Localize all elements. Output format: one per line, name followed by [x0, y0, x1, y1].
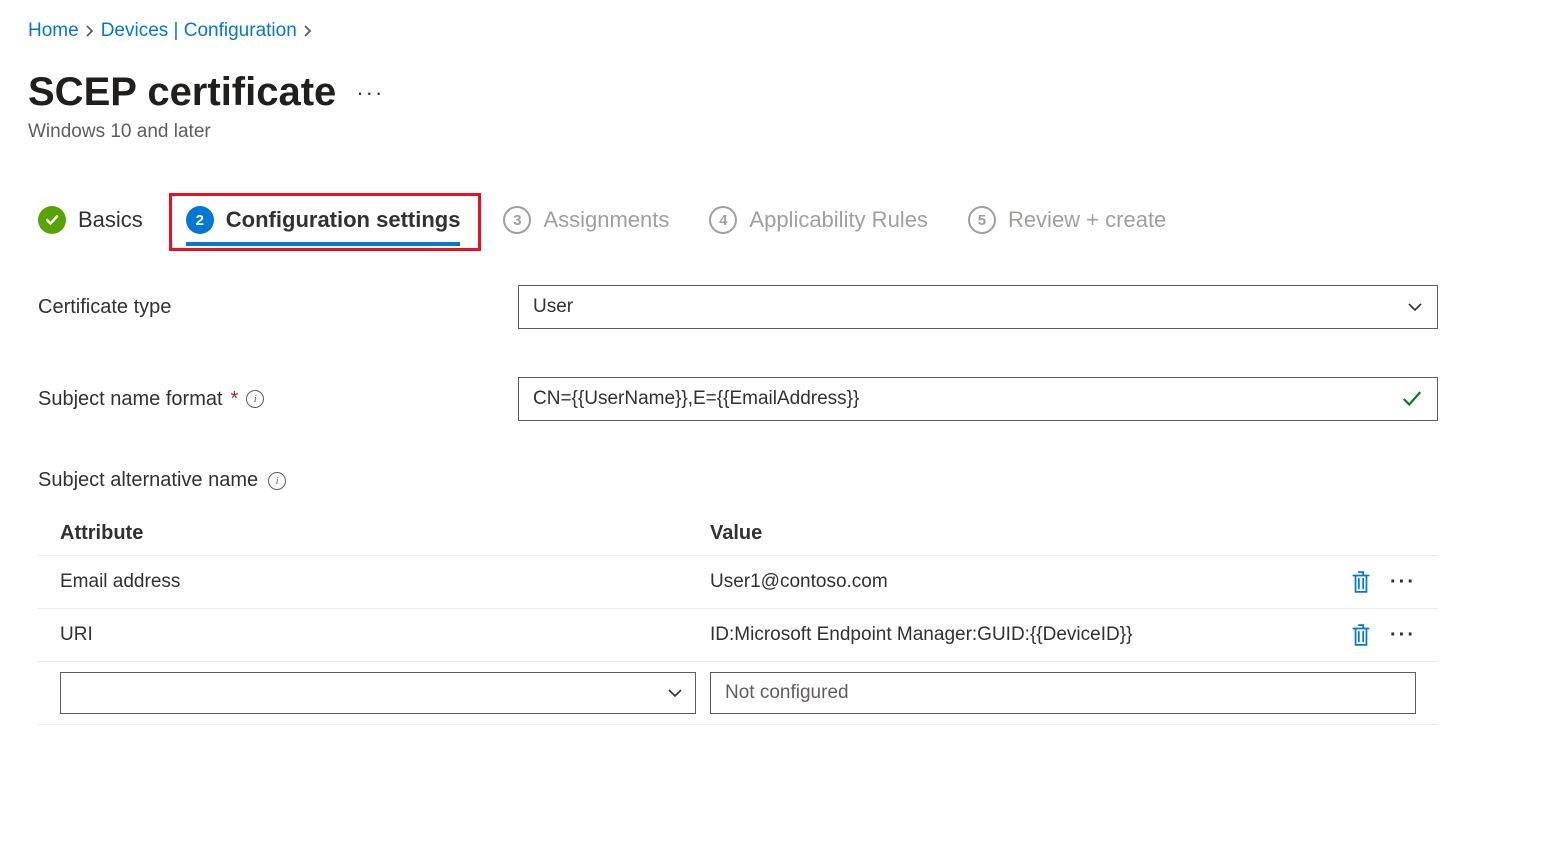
step-label: Applicability Rules: [749, 207, 928, 233]
input-value: CN={{UserName}},E={{EmailAddress}}: [533, 388, 859, 410]
subject-name-format-label: Subject name format * i: [38, 388, 518, 411]
subject-alternative-name-label: Subject alternative name i: [38, 469, 1532, 492]
step-label: Basics: [78, 207, 143, 233]
subject-name-format-input[interactable]: CN={{UserName}},E={{EmailAddress}}: [518, 377, 1438, 421]
san-header-value: Value: [710, 522, 1326, 545]
san-row-attribute: Email address: [60, 571, 710, 593]
step-number-icon: 3: [503, 206, 531, 234]
label-text: Subject alternative name: [38, 469, 258, 492]
step-number-icon: 2: [186, 206, 214, 234]
step-label: Assignments: [543, 207, 669, 233]
label-text: Subject name format: [38, 388, 223, 411]
row-more-icon[interactable]: ···: [1390, 571, 1416, 594]
san-header-attribute: Attribute: [60, 522, 710, 545]
required-icon: *: [231, 388, 239, 411]
san-table: Attribute Value Email address User1@cont…: [38, 512, 1438, 725]
step-configuration-settings[interactable]: 2 Configuration settings: [186, 206, 461, 244]
select-value: User: [533, 296, 573, 318]
page-title: SCEP certificate: [28, 70, 336, 115]
chevron-right-icon: [85, 25, 95, 37]
step-applicability-rules[interactable]: 4 Applicability Rules: [709, 206, 928, 244]
san-row-value: ID:Microsoft Endpoint Manager:GUID:{{Dev…: [710, 624, 1326, 646]
san-row-value: User1@contoso.com: [710, 571, 1326, 593]
check-icon: [38, 206, 66, 234]
breadcrumb: Home Devices | Configuration: [28, 20, 1532, 42]
chevron-right-icon: [303, 25, 313, 37]
delete-icon[interactable]: [1350, 570, 1372, 594]
san-value-input[interactable]: [710, 672, 1416, 714]
step-number-icon: 5: [968, 206, 996, 234]
san-row: URI ID:Microsoft Endpoint Manager:GUID:{…: [38, 608, 1438, 661]
breadcrumb-devices[interactable]: Devices | Configuration: [101, 20, 297, 42]
info-icon[interactable]: i: [268, 472, 286, 490]
more-actions-button[interactable]: ···: [356, 80, 384, 106]
san-attribute-select[interactable]: [60, 672, 696, 714]
step-assignments[interactable]: 3 Assignments: [503, 206, 669, 244]
certificate-type-select[interactable]: User: [518, 285, 1438, 329]
breadcrumb-home[interactable]: Home: [28, 20, 79, 42]
valid-check-icon: [1401, 388, 1423, 410]
wizard-steps: Basics 2 Configuration settings 3 Assign…: [38, 203, 1532, 247]
san-row: Email address User1@contoso.com ···: [38, 555, 1438, 608]
chevron-down-icon: [667, 685, 683, 701]
delete-icon[interactable]: [1350, 623, 1372, 647]
row-more-icon[interactable]: ···: [1390, 624, 1416, 647]
step-review-create[interactable]: 5 Review + create: [968, 206, 1166, 244]
step-label: Review + create: [1008, 207, 1166, 233]
certificate-type-label: Certificate type: [38, 296, 518, 319]
step-basics[interactable]: Basics: [38, 206, 143, 244]
info-icon[interactable]: i: [246, 390, 264, 408]
page-subtitle: Windows 10 and later: [28, 121, 1532, 143]
san-row-attribute: URI: [60, 624, 710, 646]
step-label: Configuration settings: [226, 207, 461, 233]
chevron-down-icon: [1407, 299, 1423, 315]
san-add-row: [38, 661, 1438, 725]
step-number-icon: 4: [709, 206, 737, 234]
